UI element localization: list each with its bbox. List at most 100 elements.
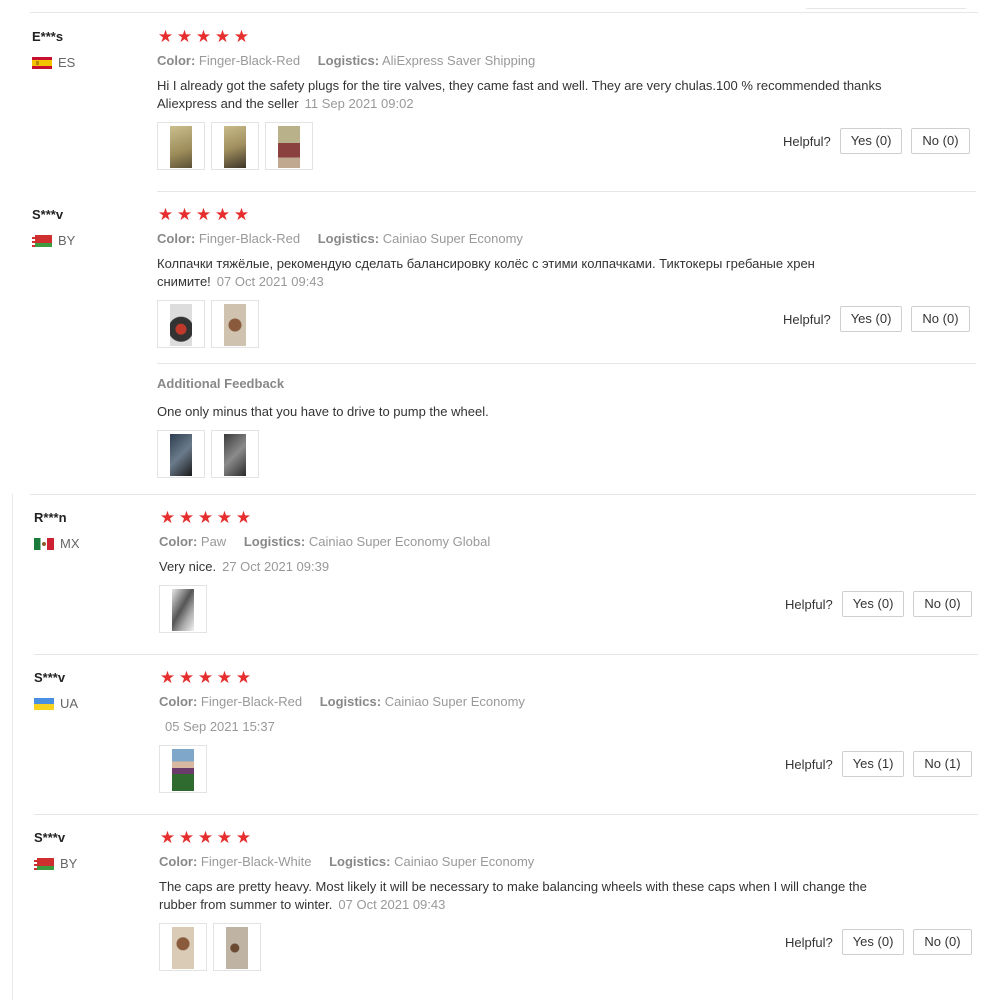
color-value: Paw xyxy=(200,534,227,549)
logistics-value: Cainiao Super Economy xyxy=(382,231,523,246)
review-photos xyxy=(157,300,259,348)
review-date: 07 Oct 2021 09:43 xyxy=(338,897,446,912)
helpful-yes-button[interactable]: Yes (0) xyxy=(839,306,903,332)
helpful-label: Helpful? xyxy=(783,133,831,149)
star-icon: ★ xyxy=(216,828,233,847)
review-photos xyxy=(159,923,261,971)
helpful-no-button[interactable]: No (1) xyxy=(913,751,972,777)
star-rating: ★ ★ ★ ★ ★ xyxy=(159,669,252,686)
star-icon: ★ xyxy=(235,668,252,687)
review-photo[interactable] xyxy=(213,923,261,971)
country-code: BY xyxy=(58,233,76,248)
country-code: ES xyxy=(58,55,76,70)
review-photo[interactable] xyxy=(159,745,207,793)
helpful-label: Helpful? xyxy=(783,311,831,327)
reviewer-country: UA xyxy=(34,696,78,711)
country-code: MX xyxy=(60,536,80,551)
review-date: 11 Sep 2021 09:02 xyxy=(304,96,414,111)
star-icon: ★ xyxy=(235,828,252,847)
review-attributes: Color: Finger-Black-White Logistics: Cai… xyxy=(159,854,534,869)
review-attributes: Color: Finger-Black-Red Logistics: Caini… xyxy=(159,694,525,709)
review-photo[interactable] xyxy=(211,300,259,348)
star-icon: ★ xyxy=(197,508,214,527)
review-text: Very nice. 27 Oct 2021 09:39 xyxy=(159,558,889,576)
star-icon: ★ xyxy=(176,205,193,224)
review-text: Hi I already got the safety plugs for th… xyxy=(157,77,887,113)
review-photo[interactable] xyxy=(211,122,259,170)
star-icon: ★ xyxy=(159,508,176,527)
logistics-label: Logistics: xyxy=(329,854,391,869)
helpful-no-button[interactable]: No (0) xyxy=(913,929,972,955)
star-icon: ★ xyxy=(157,205,174,224)
helpful-yes-button[interactable]: Yes (0) xyxy=(839,128,903,154)
logistics-value: AliExpress Saver Shipping xyxy=(382,53,536,68)
review-date: 05 Sep 2021 15:37 xyxy=(165,719,275,734)
color-value: Finger-Black-White xyxy=(200,854,312,869)
review-photo[interactable] xyxy=(265,122,313,170)
helpful-label: Helpful? xyxy=(785,934,833,950)
star-rating: ★ ★ ★ ★ ★ xyxy=(157,206,250,223)
additional-feedback-title: Additional Feedback xyxy=(157,376,285,391)
review-divider xyxy=(157,191,976,192)
reviewer-country: BY xyxy=(34,856,77,871)
helpful-no-button[interactable]: No (0) xyxy=(913,591,972,617)
review-photo[interactable] xyxy=(159,585,207,633)
star-rating: ★ ★ ★ ★ ★ xyxy=(159,829,252,846)
star-rating: ★ ★ ★ ★ ★ xyxy=(157,28,250,45)
reviewer-name: R***n xyxy=(34,510,67,525)
review-photo[interactable] xyxy=(157,122,205,170)
review-photos xyxy=(159,745,207,793)
color-label: Color: xyxy=(157,231,196,246)
review-body: The caps are pretty heavy. Most likely i… xyxy=(159,879,867,912)
review-photo[interactable] xyxy=(211,430,259,478)
star-icon: ★ xyxy=(235,508,252,527)
review-photo[interactable] xyxy=(157,430,205,478)
helpful-voting: Helpful? Yes (0) No (0) xyxy=(785,591,972,617)
star-icon: ★ xyxy=(178,828,195,847)
helpful-no-button[interactable]: No (0) xyxy=(911,128,970,154)
helpful-voting: Helpful? Yes (0) No (0) xyxy=(783,306,970,332)
review-body: Very nice. xyxy=(159,559,217,574)
helpful-voting: Helpful? Yes (1) No (1) xyxy=(785,751,972,777)
reviewer-country: ES xyxy=(32,55,75,70)
logistics-label: Logistics: xyxy=(317,53,380,68)
review-date: 27 Oct 2021 09:39 xyxy=(222,559,330,574)
helpful-yes-button[interactable]: Yes (1) xyxy=(841,751,905,777)
star-icon: ★ xyxy=(216,508,233,527)
additional-photos xyxy=(157,430,259,478)
star-icon: ★ xyxy=(195,27,212,46)
logistics-label: Logistics: xyxy=(243,534,306,549)
reviewer-name: S***v xyxy=(32,207,64,222)
helpful-label: Helpful? xyxy=(785,596,833,612)
country-code: UA xyxy=(60,696,79,711)
star-icon: ★ xyxy=(176,27,193,46)
star-icon: ★ xyxy=(195,205,212,224)
star-icon: ★ xyxy=(159,828,176,847)
color-label: Color: xyxy=(157,53,196,68)
mexico-flag-icon xyxy=(34,537,54,550)
review-photo[interactable] xyxy=(157,300,205,348)
star-icon: ★ xyxy=(233,27,250,46)
helpful-no-button[interactable]: No (0) xyxy=(911,306,970,332)
review-divider xyxy=(34,814,978,815)
star-icon: ★ xyxy=(233,205,250,224)
country-code: BY xyxy=(60,856,78,871)
belarus-flag-icon xyxy=(32,234,52,247)
review-photo[interactable] xyxy=(159,923,207,971)
additional-feedback-text: One only minus that you have to drive to… xyxy=(157,404,489,419)
helpful-yes-button[interactable]: Yes (0) xyxy=(841,929,905,955)
star-icon: ★ xyxy=(197,668,214,687)
star-icon: ★ xyxy=(216,668,233,687)
helpful-voting: Helpful? Yes (0) No (0) xyxy=(785,929,972,955)
review-text: Колпачки тяжёлые, рекомендую сделать бал… xyxy=(157,255,887,291)
logistics-label: Logistics: xyxy=(319,694,382,709)
review-photos xyxy=(157,122,313,170)
spain-flag-icon xyxy=(32,56,52,69)
star-icon: ★ xyxy=(197,828,214,847)
reviewer-name: E***s xyxy=(32,29,64,44)
reviewer-name: S***v xyxy=(34,830,66,845)
review-body: Hi I already got the safety plugs for th… xyxy=(157,78,882,111)
helpful-yes-button[interactable]: Yes (0) xyxy=(841,591,905,617)
top-decoration xyxy=(806,0,966,9)
logistics-value: Cainiao Super Economy xyxy=(394,854,535,869)
